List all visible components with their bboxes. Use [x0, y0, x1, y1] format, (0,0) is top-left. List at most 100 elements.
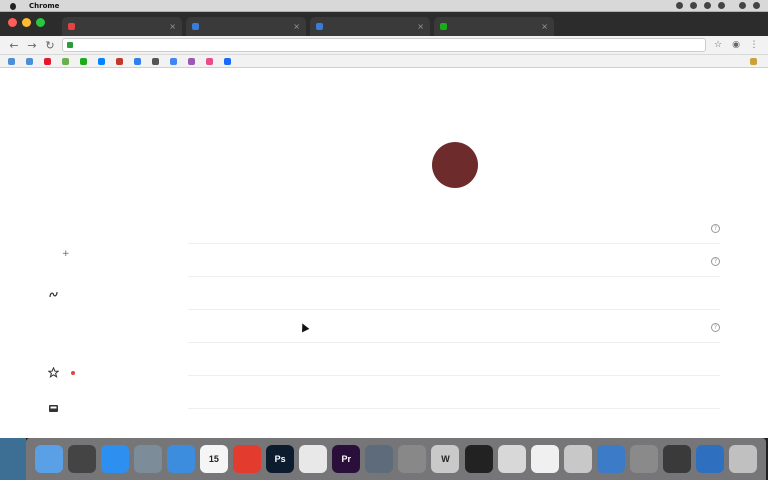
row-divider [188, 276, 720, 277]
info-row: ? [188, 320, 720, 334]
browser-tab[interactable]: × [186, 17, 306, 36]
app-icon[interactable] [398, 445, 427, 473]
close-window-button[interactable] [8, 18, 17, 27]
info-row: ? [188, 254, 720, 268]
zoom-window-button[interactable] [36, 18, 45, 27]
other-bookmarks[interactable] [750, 57, 760, 65]
battery-icon[interactable] [718, 2, 725, 9]
avatar[interactable] [432, 142, 478, 188]
tab-favicon [68, 23, 75, 30]
info-row-action[interactable]: ? [708, 256, 720, 266]
spotlight-icon[interactable] [739, 2, 746, 9]
keynote-icon[interactable] [365, 445, 394, 473]
bookmark-favicon-icon [98, 57, 105, 65]
calendar-icon[interactable]: 15 [199, 445, 228, 473]
new-badge-dot [71, 370, 75, 375]
settings-content: ??? [150, 68, 740, 438]
trash-icon[interactable] [729, 445, 758, 473]
bookmark-favicon-icon [188, 57, 195, 65]
chrome-icon[interactable] [299, 445, 328, 473]
wps-icon[interactable]: W [431, 445, 460, 473]
volume-icon[interactable] [704, 2, 711, 9]
app-icon[interactable] [596, 445, 625, 473]
notes-icon[interactable] [530, 445, 559, 473]
bookmark-item[interactable] [8, 57, 18, 65]
bookmark-favicon-icon [8, 57, 15, 65]
star-icon [47, 366, 60, 378]
bookmark-item[interactable] [80, 57, 90, 65]
quicktime-icon[interactable] [663, 445, 692, 473]
bookmark-item[interactable] [152, 57, 162, 65]
macos-menu-bar: Chrome [0, 0, 768, 12]
info-row-action[interactable]: ? [708, 322, 720, 332]
app-icon[interactable] [563, 445, 592, 473]
photoshop-icon[interactable]: Ps [266, 445, 295, 473]
bookmark-item[interactable] [62, 57, 72, 65]
wechat-icon[interactable] [497, 445, 526, 473]
bookmark-item[interactable] [98, 57, 108, 65]
app-store-icon[interactable] [100, 445, 129, 473]
browser-tab[interactable]: × [62, 17, 182, 36]
bookmark-item[interactable] [44, 57, 54, 65]
notification-center-icon[interactable] [753, 2, 760, 9]
row-divider [188, 243, 720, 244]
help-icon[interactable]: ? [711, 322, 720, 332]
bookmark-favicon-icon [26, 57, 33, 65]
menu-app-name[interactable]: Chrome [24, 2, 64, 10]
app-icon[interactable] [233, 445, 261, 473]
help-icon[interactable]: ? [711, 256, 720, 266]
add-plugin-button[interactable]: + [62, 249, 76, 259]
system-preferences-icon[interactable] [629, 445, 658, 473]
miniprogram-icon [48, 289, 59, 300]
admin-sidebar: + [0, 68, 150, 438]
info-row: ? [188, 221, 720, 235]
back-icon[interactable]: ← [8, 40, 20, 51]
qq-icon[interactable] [464, 445, 493, 473]
bookmark-item[interactable] [206, 57, 216, 65]
info-row-action[interactable]: ? [708, 223, 720, 233]
bookmark-item[interactable] [116, 57, 126, 65]
premiere-icon[interactable]: Pr [332, 445, 361, 473]
bookmark-item[interactable] [26, 57, 36, 65]
window-controls [8, 18, 45, 27]
bookmark-item[interactable] [224, 57, 234, 65]
forward-icon[interactable]: → [26, 40, 38, 51]
status-icon[interactable] [676, 2, 683, 9]
address-bar[interactable] [62, 38, 706, 52]
browser-toolbar: ← → ↻ ☆ ◉ ⋮ [0, 36, 768, 55]
sidebar-section-manage[interactable] [48, 403, 65, 414]
row-divider [188, 375, 720, 376]
tab-close-icon[interactable]: × [293, 22, 300, 31]
reload-icon[interactable]: ↻ [44, 40, 56, 51]
wifi-icon[interactable] [690, 2, 697, 9]
macos-dock: 15 Ps Pr W [26, 438, 766, 480]
sidebar-section-search[interactable] [47, 366, 75, 378]
bookmark-favicon-icon [134, 57, 141, 65]
menubar-status-area [676, 2, 768, 9]
extension-icon[interactable]: ◉ [730, 39, 742, 51]
folder-icon[interactable] [696, 445, 725, 473]
tab-close-icon[interactable]: × [169, 22, 176, 31]
menu-icon[interactable]: ⋮ [748, 39, 760, 51]
browser-tab-strip: × × × × [0, 12, 768, 36]
bookmark-item[interactable] [170, 57, 180, 65]
tab-close-icon[interactable]: × [417, 22, 424, 31]
preview-icon[interactable] [133, 445, 162, 473]
tab-close-icon[interactable]: × [541, 22, 548, 31]
info-row [188, 353, 720, 367]
help-icon[interactable]: ? [711, 223, 720, 233]
minimize-window-button[interactable] [22, 18, 31, 27]
finder-icon[interactable] [34, 445, 63, 473]
bookmark-star-icon[interactable]: ☆ [712, 39, 724, 51]
bookmark-item[interactable] [188, 57, 198, 65]
browser-tab-active[interactable]: × [434, 17, 554, 36]
safari-icon[interactable] [166, 445, 195, 473]
lock-icon [67, 42, 73, 48]
launchpad-icon[interactable] [67, 445, 96, 473]
bookmark-favicon-icon [206, 57, 213, 65]
browser-tab[interactable]: × [310, 17, 430, 36]
sidebar-section-miniprogram[interactable] [48, 289, 65, 300]
bookmark-item[interactable] [134, 57, 144, 65]
apple-menu-icon[interactable] [8, 2, 18, 10]
info-row [188, 419, 720, 433]
